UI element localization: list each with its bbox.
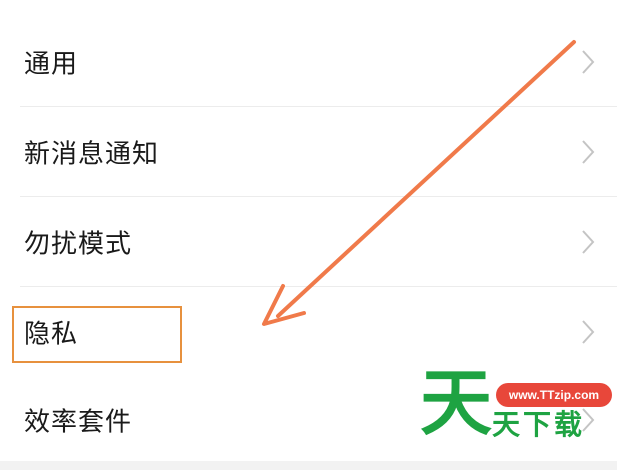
divider bbox=[20, 106, 617, 107]
settings-item-label: 新消息通知 bbox=[24, 139, 160, 170]
chevron-right-icon bbox=[582, 140, 595, 164]
bottom-separator bbox=[0, 461, 617, 470]
settings-item-label: 勿扰模式 bbox=[24, 229, 133, 260]
divider bbox=[20, 196, 617, 197]
settings-item-label: 通用 bbox=[24, 49, 79, 80]
watermark-url: www.TTzip.com bbox=[496, 383, 612, 407]
settings-item-label: 效率套件 bbox=[24, 407, 133, 438]
chevron-right-icon bbox=[582, 230, 595, 254]
chevron-right-icon bbox=[582, 320, 595, 344]
watermark-logo: 天 www.TTzip.com 天下载 bbox=[420, 367, 615, 448]
watermark-name: 天下载 bbox=[492, 408, 586, 441]
settings-item-do-not-disturb[interactable]: 勿扰模式 bbox=[0, 198, 617, 286]
chevron-right-icon bbox=[582, 50, 595, 74]
highlight-box bbox=[12, 306, 182, 363]
watermark-logo-mark: 天 bbox=[420, 361, 493, 445]
settings-item-new-message-notifications[interactable]: 新消息通知 bbox=[0, 108, 617, 196]
divider bbox=[20, 286, 617, 287]
settings-item-general[interactable]: 通用 bbox=[0, 18, 617, 106]
